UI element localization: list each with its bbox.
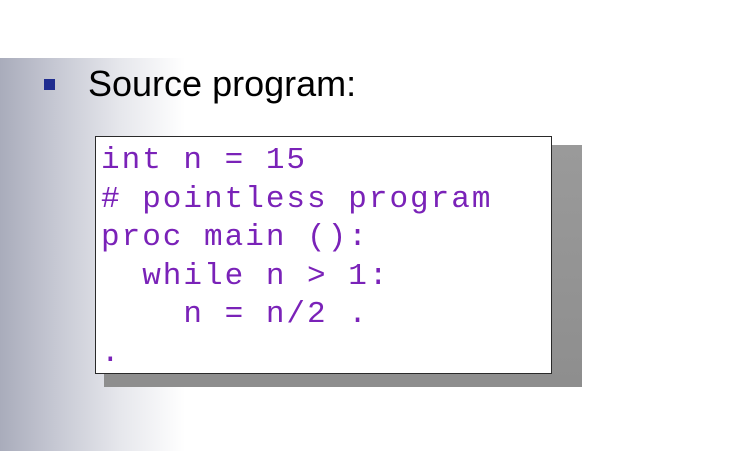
- code-line: .: [101, 335, 122, 371]
- code-line: int n = 15: [101, 143, 308, 178]
- code-box: int n = 15 # pointless program proc main…: [95, 136, 552, 374]
- code-line: while n > 1:: [101, 258, 390, 294]
- code-line: # pointless program: [101, 181, 493, 217]
- bullet-text: Source program:: [88, 63, 357, 104]
- code-line: proc main ():: [101, 220, 369, 255]
- bullet-item: Source program:: [44, 60, 356, 108]
- code-line: n = n/2 .: [101, 297, 369, 332]
- square-bullet-icon: [44, 78, 55, 90]
